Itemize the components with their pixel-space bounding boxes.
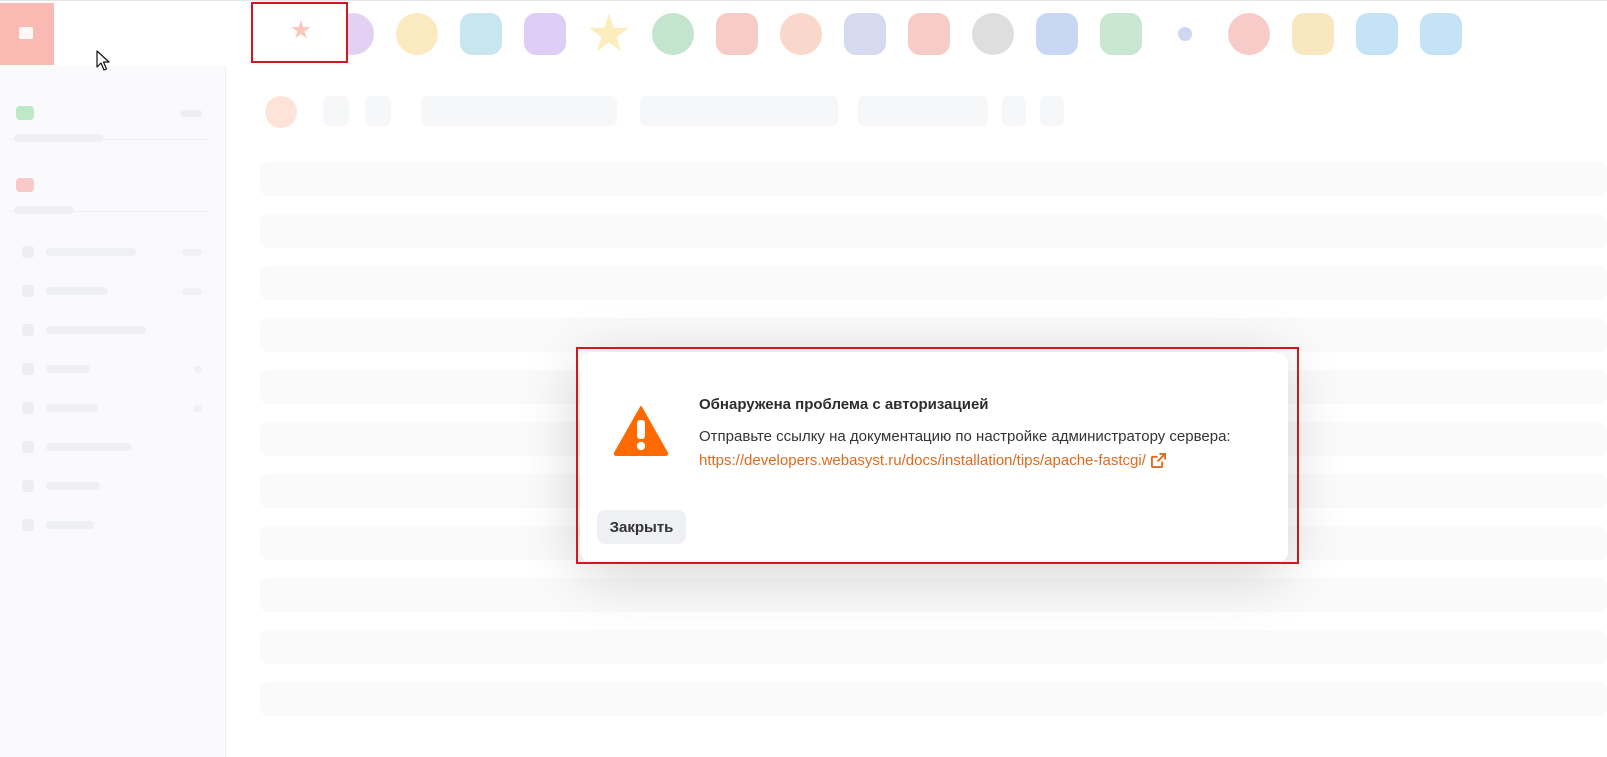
home-icon [19, 27, 33, 39]
calendar-icon [844, 13, 886, 55]
mail-icon [524, 13, 566, 55]
magic-icon [908, 13, 950, 55]
app-launcher-magic-icon[interactable] [897, 9, 961, 59]
app-launcher-favorites-icon[interactable] [577, 9, 641, 59]
documentation-link[interactable]: https://developers.webasyst.ru/docs/inst… [699, 452, 1166, 469]
add-button[interactable] [265, 96, 297, 128]
app-launcher-dot-icon[interactable] [1153, 9, 1217, 59]
sidebar-card-count [180, 110, 202, 117]
home-tile[interactable] [0, 3, 54, 65]
app-launcher-team-icon[interactable] [769, 9, 833, 59]
photos-icon [396, 13, 438, 55]
rocket-icon [1036, 13, 1078, 55]
dot-icon [1178, 27, 1192, 41]
item-icon [22, 285, 34, 297]
toolbar-icon-button[interactable] [1040, 96, 1064, 126]
app-launcher-mail-icon[interactable] [513, 9, 577, 59]
dialog-message: Отправьте ссылку на документацию по наст… [699, 428, 1231, 445]
item-icon [22, 324, 34, 336]
status-icon [16, 178, 34, 192]
top-app-bar [0, 0, 1607, 66]
dialog-body: Обнаружена проблема с авторизацией Отпра… [582, 353, 1288, 562]
sidebar-item[interactable] [22, 363, 202, 375]
app-launcher-calendar-icon[interactable] [833, 9, 897, 59]
item-icon [22, 402, 34, 414]
sidebar-item[interactable] [22, 285, 202, 297]
star-icon [291, 20, 311, 39]
auth-problem-dialog: Обнаружена проблема с авторизацией Отпра… [576, 347, 1299, 564]
sidebar-card-2 [10, 152, 210, 214]
dialog-title: Обнаружена проблема с авторизацией [699, 396, 989, 413]
sidebar-card-1 [10, 80, 210, 142]
item-icon [22, 480, 34, 492]
current-app-tab-highlight[interactable] [251, 2, 348, 63]
app-launcher-clock-icon[interactable] [961, 9, 1025, 59]
app-launcher-photos-icon[interactable] [385, 9, 449, 59]
view-toggle[interactable] [323, 96, 349, 126]
app-launcher-chat-icon[interactable] [1409, 9, 1473, 59]
app-launcher-target-icon[interactable] [1217, 9, 1281, 59]
list-item [260, 266, 1607, 300]
list-item [260, 682, 1607, 716]
status-icon [16, 106, 34, 120]
filter-dropdown[interactable] [640, 96, 838, 126]
sidebar-item[interactable] [22, 402, 202, 414]
sidebar-item[interactable] [22, 519, 202, 531]
app-launcher-contacts-icon[interactable] [449, 9, 513, 59]
sort-toggle[interactable] [365, 96, 391, 126]
external-link-icon [1150, 453, 1166, 468]
team-icon [780, 13, 822, 55]
clock-icon [972, 13, 1014, 55]
app-launcher-folder-icon[interactable] [1345, 9, 1409, 59]
sidebar-card-label [14, 206, 74, 214]
item-icon [22, 441, 34, 453]
app-launcher-hub-icon[interactable] [641, 9, 705, 59]
warning-icon [613, 406, 669, 456]
type-dropdown[interactable] [858, 96, 988, 126]
sidebar-item[interactable] [22, 480, 202, 492]
folder-icon [1356, 13, 1398, 55]
app-launcher-lock-icon[interactable] [1089, 9, 1153, 59]
files-icon [716, 13, 758, 55]
mouse-cursor-icon [96, 50, 110, 71]
app-launcher-rocket-icon[interactable] [1025, 9, 1089, 59]
item-icon [22, 519, 34, 531]
sidebar-item[interactable] [22, 441, 202, 453]
list-item [260, 214, 1607, 248]
close-button[interactable]: Закрыть [597, 510, 686, 544]
lock-icon [1100, 13, 1142, 55]
apps-icon [1292, 13, 1334, 55]
sidebar [0, 66, 226, 757]
favorites-icon [588, 13, 630, 52]
list-item [260, 630, 1607, 664]
toolbar-icon-button[interactable] [1002, 96, 1026, 126]
sidebar-item[interactable] [22, 324, 202, 336]
documentation-link-text: https://developers.webasyst.ru/docs/inst… [699, 452, 1146, 469]
contacts-icon [460, 13, 502, 55]
item-icon [22, 363, 34, 375]
item-icon [22, 246, 34, 258]
app-launcher-files-icon[interactable] [705, 9, 769, 59]
target-icon [1228, 13, 1270, 55]
search-input[interactable] [421, 96, 617, 126]
sidebar-item[interactable] [22, 246, 202, 258]
hub-icon [652, 13, 694, 55]
chat-icon [1420, 13, 1462, 55]
list-item [260, 578, 1607, 612]
list-item [260, 162, 1607, 196]
app-icons-row [257, 9, 1473, 59]
sidebar-card-label [14, 134, 104, 142]
app-launcher-apps-icon[interactable] [1281, 9, 1345, 59]
